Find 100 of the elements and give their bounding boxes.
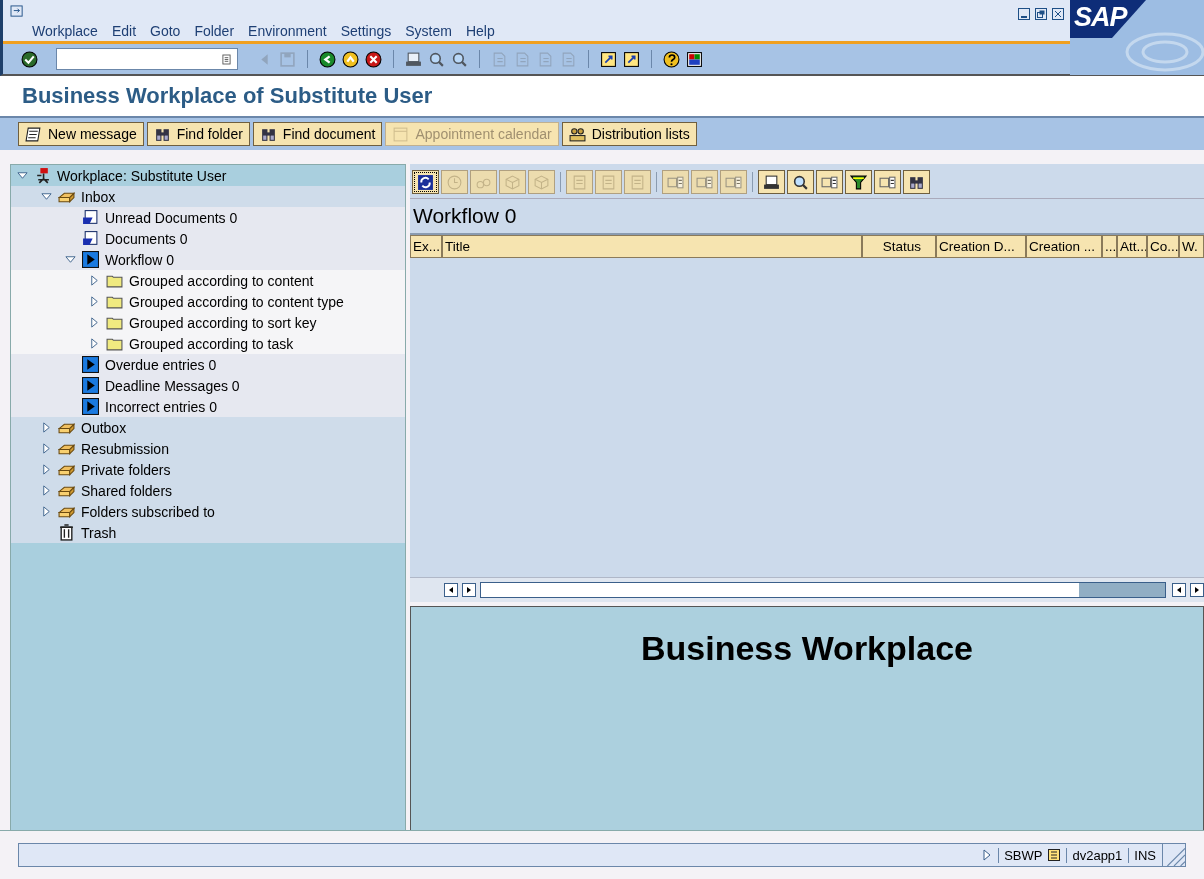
menu-item[interactable]: Workplace	[32, 23, 98, 39]
tree-item[interactable]: Private folders	[11, 459, 405, 480]
tree-item[interactable]: Overdue entries 0	[11, 354, 405, 375]
window-icon[interactable]	[600, 50, 617, 68]
resize-grip-icon[interactable]	[1162, 844, 1185, 866]
menu-item[interactable]: System	[405, 23, 452, 39]
preview-heading: Business Workplace	[641, 629, 973, 669]
tree-item[interactable]: Resubmission	[11, 438, 405, 459]
column-header[interactable]: Ex...	[410, 235, 442, 258]
history-icon[interactable]	[222, 53, 231, 65]
column-header[interactable]: Title	[442, 235, 862, 258]
menu-item[interactable]: Settings	[340, 23, 392, 39]
menu-item[interactable]: Help	[465, 23, 495, 39]
workflow-icon	[82, 251, 99, 268]
list-title: Workflow 0	[413, 204, 517, 228]
column-header[interactable]: Co...	[1147, 235, 1179, 258]
tree-item[interactable]: Workflow 0	[11, 249, 405, 270]
column-header[interactable]: W.	[1179, 235, 1204, 258]
enter-icon[interactable]	[21, 50, 38, 68]
collapse-arrow-icon[interactable]	[41, 191, 52, 202]
tree-item[interactable]: Shared folders	[11, 480, 405, 501]
collapse-arrow-icon[interactable]	[65, 254, 76, 265]
restore-icon[interactable]	[1035, 8, 1047, 20]
filter-icon	[850, 173, 867, 191]
binoculars-button[interactable]	[903, 170, 930, 194]
expand-arrow-icon[interactable]	[89, 275, 100, 286]
system-menu-icon[interactable]	[10, 5, 25, 18]
help-icon[interactable]	[663, 50, 680, 68]
cube-icon	[533, 173, 550, 191]
column-header[interactable]: Att...	[1117, 235, 1147, 258]
scroll-left-icon[interactable]	[1172, 583, 1186, 597]
toolbar-button[interactable]: Distribution lists	[561, 122, 697, 146]
tree-item[interactable]: Folders subscribed to	[11, 501, 405, 522]
chair-icon	[34, 167, 51, 184]
expand-arrow-icon[interactable]	[41, 464, 52, 475]
collapse-arrow-icon[interactable]	[17, 170, 28, 181]
close-icon[interactable]	[1052, 8, 1064, 20]
expand-arrow-icon[interactable]	[41, 443, 52, 454]
expand-arrow-icon[interactable]	[41, 422, 52, 433]
cube-icon	[504, 173, 521, 191]
dropdown-menu-button[interactable]	[816, 170, 843, 194]
tree-item[interactable]: Trash	[11, 522, 405, 543]
scroll-right-icon[interactable]	[462, 583, 476, 597]
layout-icon[interactable]	[686, 50, 703, 68]
menu-item[interactable]: Goto	[150, 23, 181, 39]
filter-button[interactable]	[845, 170, 872, 194]
logo-text: SAP	[1074, 1, 1127, 33]
command-field[interactable]	[56, 48, 238, 70]
menu-item[interactable]: Environment	[248, 23, 327, 39]
minimize-icon[interactable]	[1018, 8, 1030, 20]
expand-arrow-icon[interactable]	[89, 317, 100, 328]
printer-icon	[763, 173, 780, 191]
magnifier-button[interactable]	[787, 170, 814, 194]
tree-item[interactable]: Documents 0	[11, 228, 405, 249]
tree-item[interactable]: Grouped according to content type	[11, 291, 405, 312]
scrollbar-thumb[interactable]	[1079, 583, 1165, 597]
up-circle-icon[interactable]	[342, 50, 359, 68]
document-icon	[571, 173, 588, 191]
scrollbar-track[interactable]	[480, 582, 1166, 598]
expand-icon[interactable]	[982, 849, 993, 861]
transaction-code: SBWP	[998, 847, 1043, 863]
tree-item[interactable]: Incorrect entries 0	[11, 396, 405, 417]
expand-arrow-icon[interactable]	[41, 506, 52, 517]
menu-item[interactable]: Edit	[111, 23, 136, 39]
magnifier-icon	[792, 173, 809, 191]
tree-item[interactable]: Deadline Messages 0	[11, 375, 405, 396]
column-header[interactable]: Creation D...	[936, 235, 1026, 258]
server-name: dv2app1	[1066, 847, 1123, 863]
dropdown-menu-button[interactable]	[874, 170, 901, 194]
menu-item[interactable]: Folder	[194, 23, 235, 39]
toolbar-button[interactable]: New message	[18, 122, 144, 146]
tree-item[interactable]: Unread Documents 0	[11, 207, 405, 228]
column-header[interactable]: ...	[1102, 235, 1117, 258]
column-header[interactable]: Creation ...	[1026, 235, 1102, 258]
list-icon[interactable]	[1048, 849, 1061, 861]
workflow-icon	[82, 356, 99, 373]
back-circle-icon[interactable]	[319, 50, 336, 68]
column-header[interactable]: Status	[862, 235, 936, 258]
trash-icon	[58, 524, 75, 541]
refresh-button[interactable]	[412, 170, 439, 194]
refresh-icon	[417, 173, 434, 191]
tree-item[interactable]: Outbox	[11, 417, 405, 438]
tree-item[interactable]: Grouped according to task	[11, 333, 405, 354]
input-mode: INS	[1128, 847, 1156, 863]
printer-button[interactable]	[758, 170, 785, 194]
toolbar-button[interactable]: Find folder	[146, 122, 250, 146]
scroll-right-icon[interactable]	[1190, 583, 1204, 597]
calendar-icon	[392, 125, 410, 143]
scroll-left-icon[interactable]	[444, 583, 458, 597]
expand-arrow-icon[interactable]	[89, 338, 100, 349]
workflow-icon	[82, 398, 99, 415]
clock-icon	[446, 173, 463, 191]
tree-item[interactable]: Inbox	[11, 186, 405, 207]
window-icon[interactable]	[623, 50, 640, 68]
toolbar-button[interactable]: Find document	[252, 122, 383, 146]
expand-arrow-icon[interactable]	[41, 485, 52, 496]
cancel-circle-icon[interactable]	[365, 50, 382, 68]
tree-item[interactable]: Grouped according to sort key	[11, 312, 405, 333]
tree-item[interactable]: Grouped according to content	[11, 270, 405, 291]
expand-arrow-icon[interactable]	[89, 296, 100, 307]
